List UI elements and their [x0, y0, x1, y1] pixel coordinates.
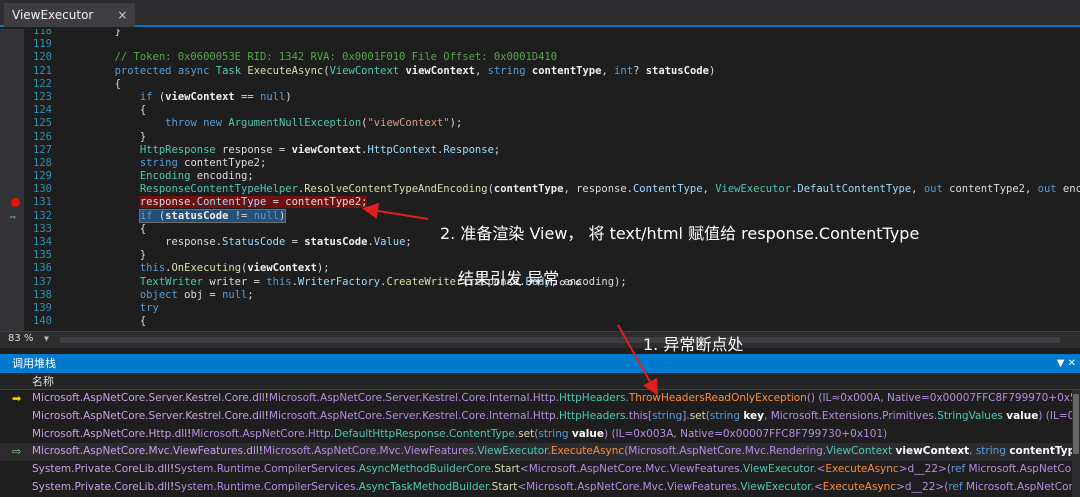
code-text[interactable]: this.OnExecuting(viewContext);: [64, 262, 330, 275]
line-number: 127: [33, 143, 52, 156]
document-tab-bar: ViewExecutor ×: [0, 0, 1080, 27]
code-text[interactable]: response.StatusCode = statusCode.Value;: [64, 236, 412, 249]
line-number: 133: [33, 222, 52, 235]
line-number: 134: [33, 236, 52, 248]
annotation-step-1: 1. 异常断点处: [643, 335, 744, 354]
code-line[interactable]: 131 response.ContentType = contentType2;: [0, 196, 1080, 209]
code-line[interactable]: 124 {: [0, 104, 1080, 117]
call-stack-frame[interactable]: Microsoft.AspNetCore.Http.dll!Microsoft.…: [0, 426, 1080, 444]
tab-title: ViewExecutor: [12, 8, 94, 22]
code-text[interactable]: {: [64, 315, 146, 328]
code-line[interactable]: 118 }: [0, 29, 1080, 38]
code-text[interactable]: }: [64, 29, 121, 38]
panel-title: 调用堆栈: [12, 357, 56, 370]
code-text[interactable]: try: [64, 302, 159, 315]
code-line[interactable]: 119: [0, 38, 1080, 51]
line-number: 139: [33, 301, 52, 314]
frame-text: Microsoft.AspNetCore.Server.Kestrel.Core…: [32, 392, 1080, 404]
annotation-step-2: 2. 准备渲染 View， 将 text/html 赋值给 response.C…: [440, 224, 920, 243]
line-number: 128: [33, 156, 52, 169]
call-stack-frame[interactable]: Microsoft.AspNetCore.Server.Kestrel.Core…: [0, 408, 1080, 426]
code-text[interactable]: response.ContentType = contentType2;: [64, 196, 368, 209]
tab-viewexecutor[interactable]: ViewExecutor ×: [4, 3, 136, 27]
code-line[interactable]: 126 }: [0, 131, 1080, 144]
line-number: 132: [33, 209, 52, 222]
code-text[interactable]: HttpResponse response = viewContext.Http…: [64, 144, 500, 157]
horizontal-scrollbar[interactable]: [60, 337, 1060, 343]
vertical-scrollbar[interactable]: [1072, 390, 1080, 497]
close-icon[interactable]: ×: [117, 3, 127, 27]
code-line[interactable]: 138 object obj = null;: [0, 289, 1080, 302]
pin-icon[interactable]: ▼ ✕: [1057, 354, 1076, 373]
code-line[interactable]: 125 throw new ArgumentNullException("vie…: [0, 117, 1080, 130]
code-line[interactable]: 135 }: [0, 249, 1080, 262]
code-text[interactable]: {: [64, 104, 146, 117]
line-number: 119: [33, 38, 52, 51]
zoom-level[interactable]: 83 %: [8, 333, 33, 344]
code-text[interactable]: string contentType2;: [64, 157, 266, 170]
line-number: 138: [33, 288, 52, 301]
breakpoint-icon[interactable]: [11, 198, 20, 208]
code-line[interactable]: 140 {: [0, 315, 1080, 328]
scrollbar-thumb[interactable]: [1073, 394, 1079, 454]
frame-text: System.Private.CoreLib.dll!System.Runtim…: [32, 480, 1080, 493]
call-stack-frame[interactable]: System.Private.CoreLib.dll!System.Runtim…: [0, 479, 1080, 497]
frame-text: Microsoft.AspNetCore.Server.Kestrel.Core…: [32, 409, 1080, 422]
code-text[interactable]: protected async Task ExecuteAsync(ViewCo…: [64, 65, 716, 78]
code-line[interactable]: 121 protected async Task ExecuteAsync(Vi…: [0, 65, 1080, 78]
column-header-name[interactable]: 名称: [0, 373, 1080, 390]
line-number: 130: [33, 183, 52, 196]
frame-text: Microsoft.AspNetCore.Mvc.ViewFeatures.dl…: [32, 445, 1080, 458]
panel-title-bar: 调用堆栈 ▼ ✕: [0, 354, 1080, 373]
call-stack-frame[interactable]: ➡ Microsoft.AspNetCore.Server.Kestrel.Cor…: [0, 390, 1080, 408]
line-number: 123: [33, 90, 52, 103]
code-line[interactable]: 120 // Token: 0x0600053E RID: 1342 RVA: …: [0, 51, 1080, 64]
line-number: 124: [33, 104, 52, 117]
frame-text: Microsoft.AspNetCore.Http.dll!Microsoft.…: [32, 427, 888, 440]
chevron-down-icon[interactable]: ▼: [44, 334, 49, 343]
frame-text: System.Private.CoreLib.dll!System.Runtim…: [32, 463, 1080, 476]
code-line[interactable]: 139 try: [0, 302, 1080, 315]
code-text[interactable]: }: [64, 131, 146, 144]
line-number: 129: [33, 170, 52, 183]
code-line[interactable]: 130 ResponseContentTypeHelper.ResolveCon…: [0, 183, 1080, 196]
line-number: 122: [33, 77, 52, 90]
line-number: 136: [33, 262, 52, 275]
code-text[interactable]: object obj = null;: [64, 289, 254, 302]
code-line[interactable]: 127 HttpResponse response = viewContext.…: [0, 144, 1080, 157]
line-number: 137: [33, 275, 52, 288]
code-text[interactable]: throw new ArgumentNullException("viewCon…: [64, 117, 462, 130]
code-text[interactable]: {: [64, 78, 121, 91]
code-text[interactable]: Encoding encoding;: [64, 170, 254, 183]
line-number: 118: [33, 29, 52, 37]
current-frame-arrow-icon: ➡: [12, 392, 22, 405]
code-text[interactable]: // Token: 0x0600053E RID: 1342 RVA: 0x00…: [64, 51, 558, 64]
code-line[interactable]: 128 string contentType2;: [0, 157, 1080, 170]
line-number: 121: [33, 64, 52, 77]
code-line[interactable]: 122 {: [0, 78, 1080, 91]
line-number: 126: [33, 130, 52, 143]
call-stack-frame[interactable]: ⇨ Microsoft.AspNetCore.Mvc.ViewFeatures.d…: [0, 443, 1080, 462]
return-point-icon: ⇨: [12, 445, 22, 459]
code-line[interactable]: 129 Encoding encoding;: [0, 170, 1080, 183]
call-stack-frame[interactable]: System.Private.CoreLib.dll!System.Runtim…: [0, 461, 1080, 479]
annotation-result: 结果引发 异常。。。: [458, 269, 592, 288]
code-text[interactable]: if (viewContext == null): [64, 91, 292, 104]
call-stack-panel: 调用堆栈 ▼ ✕ 名称 ➡ Microsoft.AspNetCore.Server…: [0, 354, 1080, 497]
line-number: 140: [33, 315, 52, 328]
editor-status-bar: 83 % ▼: [0, 331, 1080, 348]
line-number: 135: [33, 249, 52, 262]
code-text[interactable]: {: [64, 223, 146, 236]
line-number: 120: [33, 51, 52, 64]
code-text[interactable]: ResponseContentTypeHelper.ResolveContent…: [64, 183, 1080, 196]
code-text[interactable]: if (statusCode != null): [64, 208, 287, 223]
code-line[interactable]: 123 if (viewContext == null): [0, 91, 1080, 104]
line-number: 131: [33, 196, 52, 209]
code-text[interactable]: }: [64, 249, 146, 262]
line-number: 125: [33, 117, 52, 130]
